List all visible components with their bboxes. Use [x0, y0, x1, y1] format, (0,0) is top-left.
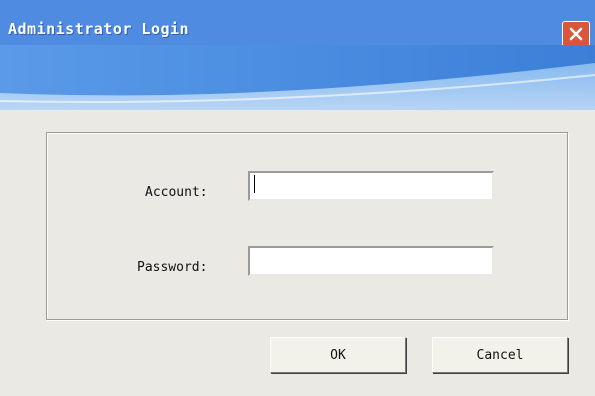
header-banner — [0, 45, 595, 120]
password-label: Password: — [137, 260, 208, 275]
account-label: Account: — [145, 185, 208, 200]
close-button[interactable] — [562, 21, 590, 47]
text-cursor — [254, 175, 255, 193]
close-icon — [569, 27, 583, 41]
dialog-title: Administrator Login — [8, 20, 190, 38]
password-field[interactable] — [248, 246, 494, 276]
cancel-button[interactable]: Cancel — [432, 337, 568, 373]
ok-button[interactable]: OK — [270, 337, 406, 373]
login-dialog: Administrator Login Account: Password: O… — [0, 0, 595, 396]
login-group-box — [46, 132, 568, 320]
account-field[interactable] — [248, 171, 494, 201]
